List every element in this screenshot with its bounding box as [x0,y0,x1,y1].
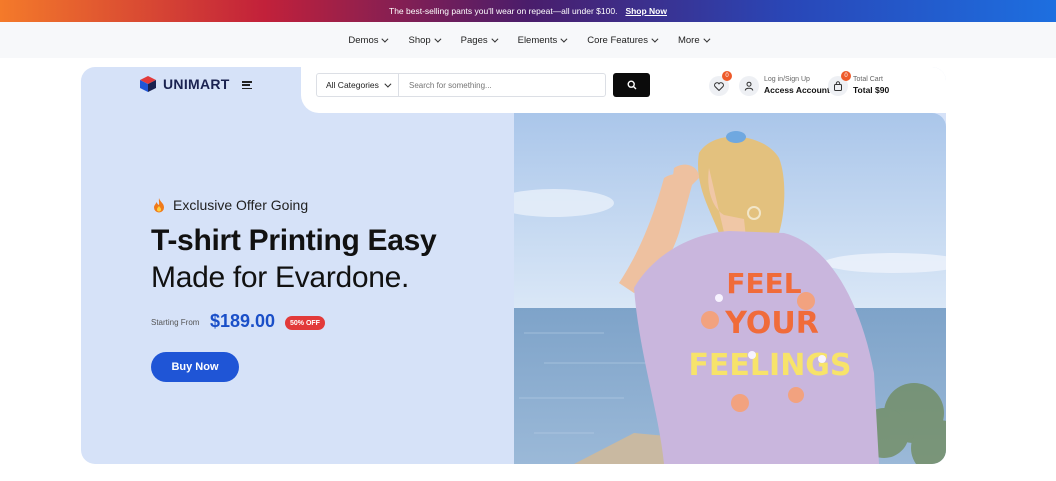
shirt-text-feel: FEEL [726,267,801,300]
discount-badge: 50% OFF [285,316,325,330]
heart-icon [714,81,724,91]
category-label: All Categories [326,80,379,90]
nav-item-core-features[interactable]: Core Features [587,34,659,46]
search-input[interactable] [399,74,605,96]
account-bottom-text: Access Account [764,85,830,95]
promo-bar: The best-selling pants you'll wear on re… [0,0,1056,22]
nav-label: Core Features [587,34,648,46]
hero-image: FEEL YOUR FEELINGS [514,113,946,464]
hero-subtitle: Made for Evardone. [151,261,410,294]
cart-link[interactable]: Total Cart Total $90 [853,74,889,96]
cart-top-text: Total Cart [853,76,883,83]
cart-total-text: Total $90 [853,85,890,95]
main-nav: Demos Shop Pages Elements Core Features … [0,22,1056,58]
chevron-down-icon [381,35,389,43]
hero-eyebrow: Exclusive Offer Going [153,197,308,213]
hero-photo: FEEL YOUR FEELINGS [514,113,946,464]
flame-icon [154,197,164,212]
search-button[interactable] [613,73,650,97]
nav-item-demos[interactable]: Demos [348,34,389,46]
category-select[interactable]: All Categories [317,74,399,96]
nav-label: Pages [460,34,488,46]
hero-price: $189.00 [210,311,276,331]
chevron-down-icon [560,35,568,43]
nav-label: Demos [348,34,379,46]
chevron-down-icon [702,35,711,43]
nav-item-pages[interactable]: Pages [460,34,499,46]
site-logo[interactable]: UNIMART [139,75,230,93]
user-icon [744,81,754,91]
promo-text: The best-selling pants you'll wear on re… [389,6,618,16]
nav-item-more[interactable]: More [677,34,711,46]
account-top-text: Log in/Sign Up [764,76,810,83]
shirt-text-your: YOUR [724,306,819,341]
cart-count-badge: 0 [841,71,851,81]
search-icon [626,80,636,90]
logo-text: UNIMART [163,76,230,92]
logo-cube-icon [140,76,156,92]
shop-now-link[interactable]: Shop Now [625,6,667,16]
wishlist-count-badge: 0 [722,71,732,81]
shirt-text-feelings: FEELINGS [688,348,851,383]
account-button[interactable] [739,76,759,96]
chevron-down-icon [490,35,499,43]
nav-label: Shop [408,34,431,46]
search-bar: All Categories [316,73,606,97]
nav-label: More [677,34,700,46]
chevron-down-icon [434,35,442,43]
nav-item-shop[interactable]: Shop [408,34,442,46]
nav-label: Elements [517,34,558,46]
chevron-down-icon [651,35,659,43]
account-link[interactable]: Log in/Sign Up Access Account [764,74,830,96]
chevron-down-icon [384,80,392,88]
starting-from-label: Starting From [151,318,200,327]
eyebrow-text: Exclusive Offer Going [173,197,309,213]
hero-title: T-shirt Printing Easy [151,224,437,257]
nav-item-elements[interactable]: Elements [517,34,568,46]
shopping-bag-icon [834,81,842,91]
buy-now-button[interactable]: Buy Now [151,352,239,382]
menu-icon[interactable] [242,81,252,89]
